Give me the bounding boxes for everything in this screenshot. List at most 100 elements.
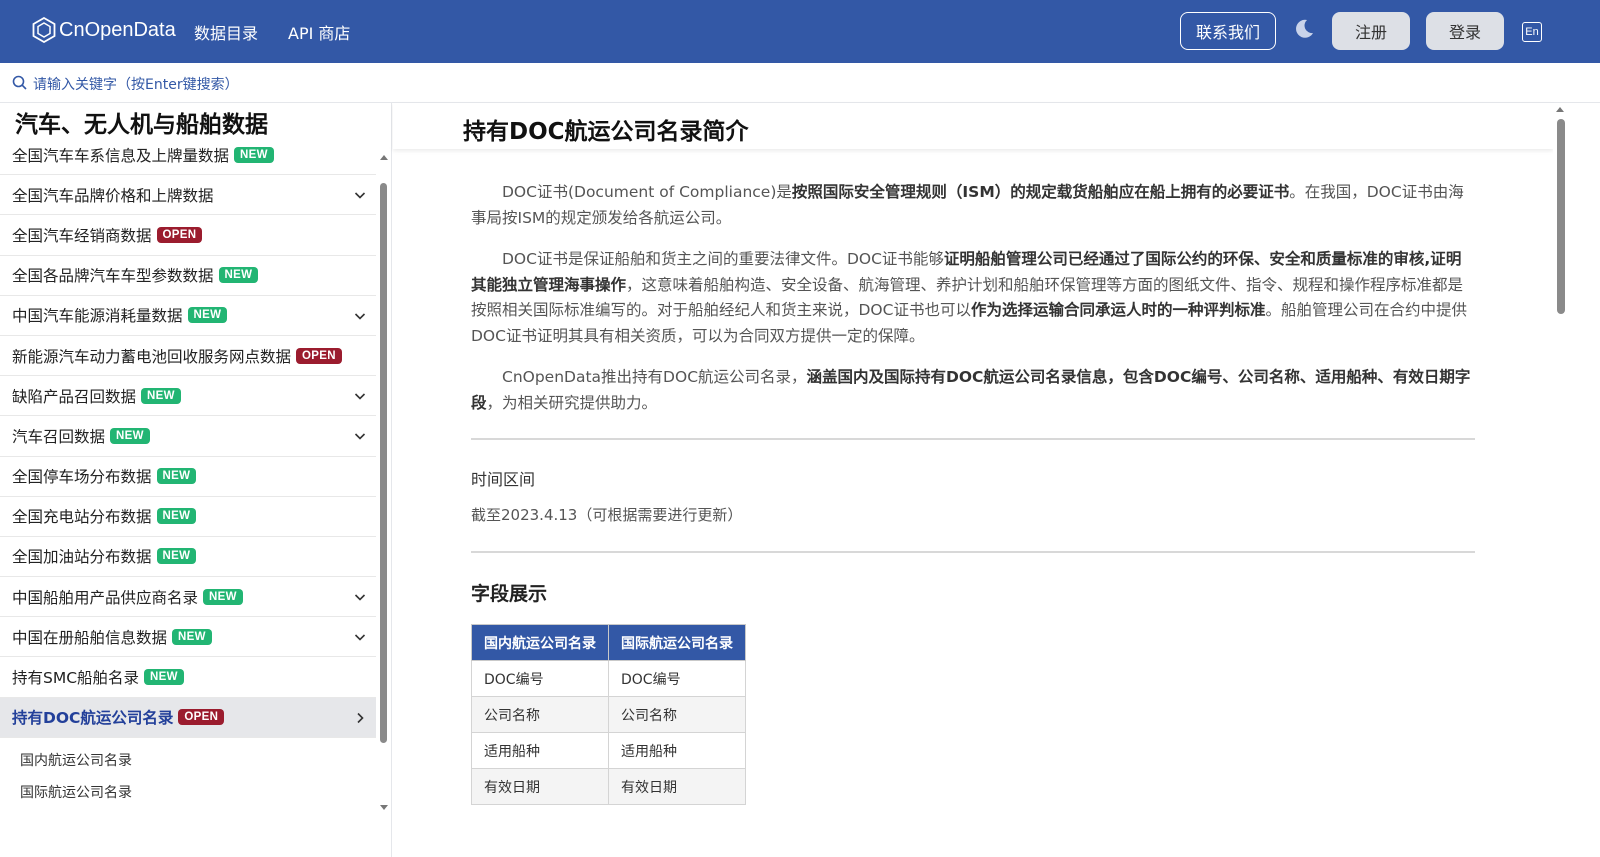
intro-paragraph-1: DOC证书(Document of Compliance)是按照国际安全管理规则…	[471, 180, 1475, 231]
sidebar-item-label: 全国汽车经销商数据	[12, 226, 152, 245]
table-header-cell: 国内航运公司名录	[471, 624, 609, 661]
new-badge: NEW	[156, 508, 197, 525]
sidebar-item[interactable]: 新能源汽车动力蓄电池回收服务网点数据 OPEN	[0, 336, 376, 377]
top-navbar: CnOpenData 数据目录 API 商店 联系我们 注册 登录 En	[0, 0, 1600, 63]
table-row: DOC编号 DOC编号	[471, 660, 746, 697]
time-range-label: 时间区间	[471, 470, 536, 489]
chevron-down-icon[interactable]	[354, 591, 366, 603]
logo-text: CnOpenData	[59, 18, 176, 41]
sidebar-item-label: 缺陷产品召回数据	[12, 387, 137, 406]
new-badge: NEW	[110, 427, 150, 444]
sidebar-item-label: 全国充电站分布数据	[12, 508, 152, 527]
sidebar-item[interactable]: 全国加油站分布数据 NEW	[0, 537, 376, 578]
language-toggle-button[interactable]: En	[1522, 22, 1542, 42]
sidebar-item[interactable]: 中国船舶用产品供应商名录 NEW	[0, 577, 376, 618]
divider	[471, 438, 1475, 440]
sidebar-item-label: 中国汽车能源消耗量数据	[12, 307, 183, 326]
sidebar-item-label: 全国加油站分布数据	[12, 548, 152, 567]
table-cell: DOC编号	[471, 660, 609, 697]
text-span: ，为相关研究提供助力。	[486, 393, 658, 412]
sidebar-item[interactable]: 中国在册船舶信息数据 NEW	[0, 617, 376, 658]
fields-title: 字段展示	[471, 583, 548, 605]
sidebar-sub-item[interactable]: 国际航运公司名录	[0, 776, 376, 808]
table-cell: 公司名称	[608, 696, 746, 733]
chevron-down-icon[interactable]	[354, 189, 366, 201]
sidebar-item-label: 持有DOC航运公司名录	[12, 709, 174, 728]
sidebar-item-label: 全国汽车品牌价格和上牌数据	[12, 186, 214, 205]
new-badge: NEW	[234, 146, 274, 163]
text-span: DOC证书(Document of Compliance)是	[502, 183, 792, 201]
sidebar-item[interactable]: 全国汽车经销商数据 OPEN	[0, 215, 376, 256]
table-row: 有效日期 有效日期	[471, 768, 746, 805]
table-cell: 有效日期	[471, 768, 609, 805]
table-cell: 适用船种	[471, 732, 609, 769]
chevron-down-icon[interactable]	[354, 631, 366, 643]
sidebar-item[interactable]: 全国汽车品牌价格和上牌数据	[0, 175, 376, 216]
sidebar-item-label: 中国船舶用产品供应商名录	[12, 588, 199, 607]
sidebar-item[interactable]: 中国汽车能源消耗量数据 NEW	[0, 296, 376, 336]
main-header: 持有DOC航运公司名录简介	[393, 103, 1553, 149]
page-title: 持有DOC航运公司名录简介	[463, 119, 749, 145]
sidebar-item[interactable]: 持有SMC船舶名录 NEW	[0, 657, 376, 698]
new-badge: NEW	[218, 267, 259, 284]
register-button[interactable]: 注册	[1332, 12, 1410, 50]
scroll-down-arrow-icon[interactable]	[380, 805, 388, 810]
sidebar-sub-item[interactable]: 国内航运公司名录	[0, 744, 376, 776]
category-sidebar: 汽车、无人机与船舶数据 全国汽车车系信息及上牌量数据 NEW 全国汽车品牌价格和上牌…	[0, 103, 392, 857]
scroll-up-arrow-icon[interactable]	[1556, 107, 1564, 112]
nav-data-catalog[interactable]: 数据目录	[194, 20, 258, 44]
open-badge: OPEN	[178, 709, 225, 726]
scroll-up-arrow-icon[interactable]	[380, 155, 388, 160]
search-input[interactable]: 请输入关键字（按Enter键搜索）	[33, 74, 239, 94]
sidebar-item[interactable]: 汽车召回数据 NEW	[0, 416, 376, 457]
contact-us-button[interactable]: 联系我们	[1180, 12, 1276, 50]
new-badge: NEW	[141, 387, 181, 404]
sidebar-scrollbar[interactable]	[378, 147, 390, 857]
table-cell: 公司名称	[471, 696, 609, 733]
new-badge: NEW	[187, 307, 228, 324]
nav-api-store[interactable]: API 商店	[288, 20, 350, 44]
time-range-value: 截至2023.4.13（可根据需要进行更新）	[471, 506, 743, 524]
table-cell: 有效日期	[608, 768, 746, 805]
sidebar-item-label: 持有SMC船舶名录	[12, 669, 140, 688]
search-bar[interactable]: 请输入关键字（按Enter键搜索）	[0, 63, 1600, 103]
chevron-down-icon[interactable]	[354, 310, 366, 322]
bold-text: 按照国际安全管理规则（ISM）的规定载货船舶应在船上拥有的必要证书	[791, 183, 1290, 201]
sidebar-item[interactable]: 缺陷产品召回数据 NEW	[0, 376, 376, 417]
table-header-cell: 国际航运公司名录	[608, 624, 746, 661]
main-scroll-thumb[interactable]	[1557, 119, 1565, 314]
login-button[interactable]: 登录	[1426, 12, 1504, 50]
intro-paragraph-3: CnOpenData推出持有DOC航运公司名录，涵盖国内及国际持有DOC航运公司…	[471, 365, 1475, 416]
main-content: DOC证书(Document of Compliance)是按照国际安全管理规则…	[471, 180, 1475, 805]
sidebar-item-label: 全国停车场分布数据	[12, 468, 152, 487]
chevron-down-icon[interactable]	[354, 430, 366, 442]
search-icon	[12, 75, 27, 90]
sidebar-item[interactable]: 全国各品牌汽车车型参数数据 NEW	[0, 256, 376, 296]
sidebar-item[interactable]: 持有DOC航运公司名录 OPEN	[0, 697, 376, 738]
intro-paragraph-2: DOC证书是保证船舶和货主之间的重要法律文件。DOC证书能够证明船舶管理公司已经…	[471, 247, 1475, 349]
hexagon-logo-icon	[32, 17, 56, 43]
sidebar-title: 汽车、无人机与船舶数据	[0, 103, 391, 147]
sidebar-item[interactable]: 全国充电站分布数据 NEW	[0, 497, 376, 537]
new-badge: NEW	[156, 548, 197, 565]
open-badge: OPEN	[296, 347, 342, 364]
chevron-right-icon[interactable]	[354, 712, 366, 724]
table-row: 适用船种 适用船种	[471, 732, 746, 769]
logo[interactable]: CnOpenData	[32, 17, 176, 43]
sidebar-item-label: 中国在册船舶信息数据	[12, 628, 168, 647]
table-cell: 适用船种	[608, 732, 746, 769]
sidebar-item-label: 汽车召回数据	[12, 427, 106, 446]
new-badge: NEW	[144, 669, 184, 686]
new-badge: NEW	[172, 628, 212, 645]
moon-icon[interactable]	[1293, 18, 1315, 40]
new-badge: NEW	[203, 588, 243, 605]
table-header-row: 国内航运公司名录 国际航运公司名录	[471, 624, 746, 661]
chevron-down-icon[interactable]	[354, 390, 366, 402]
main-scrollbar[interactable]	[1553, 103, 1568, 857]
table-row: 公司名称 公司名称	[471, 696, 746, 733]
sidebar-list: 全国汽车车系信息及上牌量数据 NEW 全国汽车品牌价格和上牌数据 全国汽车经销商数据 O…	[0, 135, 376, 808]
new-badge: NEW	[156, 468, 197, 485]
sidebar-item-label: 全国各品牌汽车车型参数数据	[12, 267, 214, 286]
sidebar-scroll-thumb[interactable]	[380, 183, 387, 743]
sidebar-item[interactable]: 全国停车场分布数据 NEW	[0, 457, 376, 497]
